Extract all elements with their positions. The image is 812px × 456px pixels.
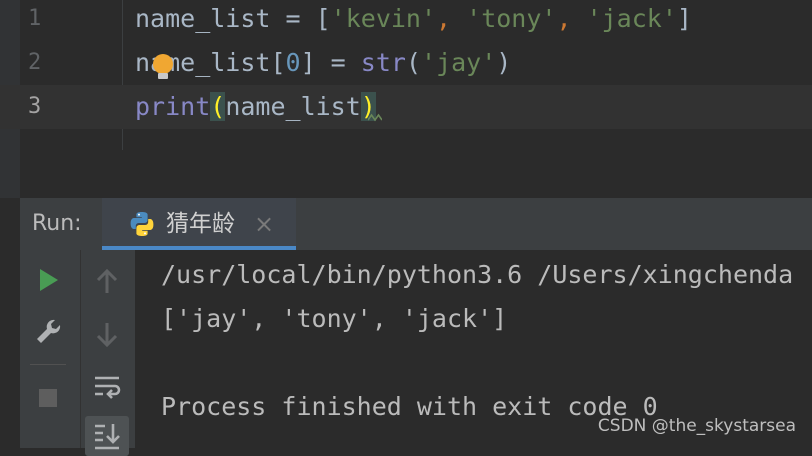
line-number: 2 xyxy=(28,50,42,75)
python-icon xyxy=(130,212,154,236)
run-toolbar-primary xyxy=(20,250,80,448)
down-arrow-icon[interactable] xyxy=(87,314,127,354)
scroll-to-end-icon xyxy=(95,424,120,450)
lightbulb-icon[interactable] xyxy=(152,54,174,80)
line-number: 3 xyxy=(28,94,42,119)
code-line-2[interactable]: 2 name_list[0] = str('jay') xyxy=(0,41,812,85)
wrench-icon[interactable] xyxy=(28,312,68,352)
line-number: 1 xyxy=(28,6,42,31)
code-text[interactable]: name_list[0] = str('jay') xyxy=(135,41,511,85)
scroll-to-end-button[interactable] xyxy=(85,416,129,456)
code-line-3[interactable]: 3 print(name_list) xyxy=(0,85,812,129)
code-line-1[interactable]: 1 name_list = ['kevin', 'tony', 'jack'] xyxy=(0,0,812,41)
toolbar-separator xyxy=(30,364,66,365)
console-line: ['jay', 'tony', 'jack'] xyxy=(161,304,508,333)
run-toolbar-secondary xyxy=(80,250,135,456)
code-text[interactable]: name_list = ['kevin', 'tony', 'jack'] xyxy=(135,0,692,41)
stop-icon[interactable] xyxy=(28,378,68,418)
run-label: Run: xyxy=(32,211,82,236)
soft-wrap-icon[interactable] xyxy=(87,366,127,406)
tab-title: 猜年龄 xyxy=(166,211,235,237)
up-arrow-icon[interactable] xyxy=(87,262,127,302)
run-icon[interactable] xyxy=(28,260,68,300)
console-line: /usr/local/bin/python3.6 /Users/xingchen… xyxy=(161,260,794,289)
run-tool-window-header: Run: 猜年龄 × xyxy=(20,198,812,250)
code-text[interactable]: print(name_list) xyxy=(135,85,376,129)
warning-squiggle-icon xyxy=(368,113,382,122)
console-line: Process finished with exit code 0 xyxy=(161,392,658,421)
watermark: CSDN @the_skystarsea xyxy=(597,416,796,436)
code-editor[interactable]: 1 name_list = ['kevin', 'tony', 'jack'] … xyxy=(0,0,812,198)
close-icon[interactable]: × xyxy=(254,198,274,250)
run-tab[interactable]: 猜年龄 × xyxy=(102,198,296,250)
